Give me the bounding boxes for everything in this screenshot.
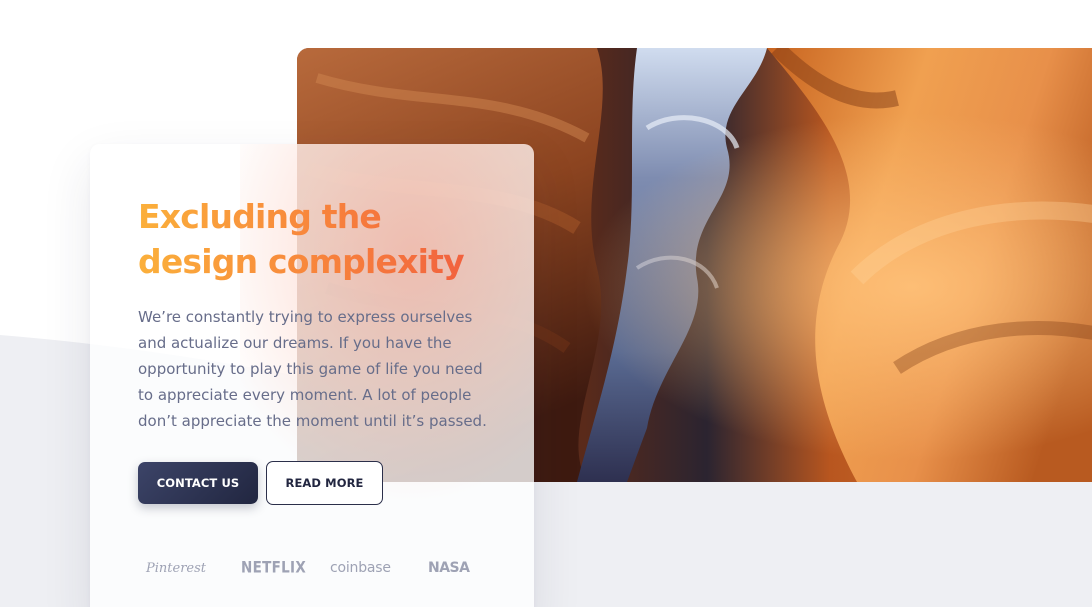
hero-description-line: don’t appreciate the moment until it’s p… — [138, 412, 487, 430]
pinterest-logo: Pinterest — [146, 560, 206, 576]
netflix-logo: NETFLIX — [241, 558, 307, 578]
contact-us-button[interactable]: CONTACT US — [138, 462, 258, 504]
card-content: Excluding the design complexity We’re co… — [138, 194, 498, 434]
hero-description: We’re constantly trying to express ourse… — [138, 304, 487, 434]
hero-description-line: opportunity to play this game of life yo… — [138, 360, 483, 378]
hero-title: Excluding the design complexity — [138, 194, 498, 284]
read-more-button[interactable]: READ MORE — [266, 461, 383, 505]
hero-title-line-1: Excluding the — [138, 197, 381, 236]
hero-description-line: to appreciate every moment. A lot of peo… — [138, 386, 472, 404]
hero-description-line: We’re constantly trying to express ourse… — [138, 308, 473, 326]
coinbase-logo: coinbase — [330, 560, 391, 576]
partner-logos: Pinterest NETFLIX coinbase NASA — [138, 554, 488, 582]
nasa-logo: NASA — [428, 560, 470, 576]
page: Excluding the design complexity We’re co… — [0, 0, 1092, 607]
hero-title-line-2: design complexity — [138, 242, 464, 281]
hero-card: Excluding the design complexity We’re co… — [90, 144, 534, 607]
hero-description-line: and actualize our dreams. If you have th… — [138, 334, 452, 352]
